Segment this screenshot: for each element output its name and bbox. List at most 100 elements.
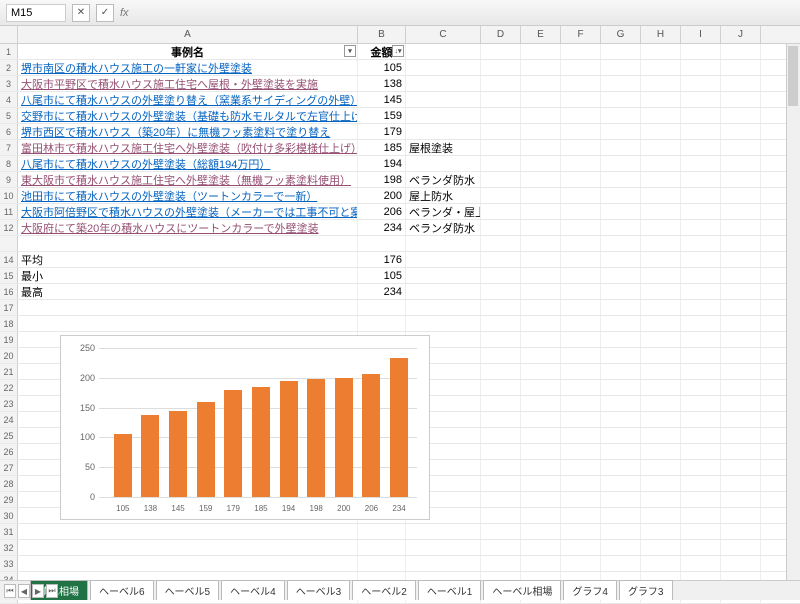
cell[interactable] (561, 300, 601, 315)
cell[interactable]: 八尾市にて積水ハウスの外壁塗り替え（窯業系サイディングの外壁） (18, 92, 358, 107)
cell[interactable] (641, 140, 681, 155)
cell[interactable] (406, 76, 481, 91)
cell[interactable] (641, 124, 681, 139)
cell[interactable] (521, 460, 561, 475)
cell[interactable] (721, 364, 761, 379)
cell[interactable] (481, 364, 521, 379)
cell[interactable] (481, 540, 521, 555)
cell[interactable] (601, 236, 641, 251)
tab-nav-prev-icon[interactable]: ◀ (18, 584, 30, 598)
cell[interactable] (561, 492, 601, 507)
cell[interactable] (641, 556, 681, 571)
cell[interactable] (406, 284, 481, 299)
cell[interactable] (721, 156, 761, 171)
cell[interactable] (521, 540, 561, 555)
cell[interactable] (721, 252, 761, 267)
cell[interactable] (601, 364, 641, 379)
cell[interactable] (481, 300, 521, 315)
filter-sort-button[interactable]: ↓▾ (392, 45, 404, 57)
cell[interactable] (561, 60, 601, 75)
cell[interactable] (601, 492, 641, 507)
cell[interactable] (721, 508, 761, 523)
cell[interactable] (681, 540, 721, 555)
cell[interactable] (358, 524, 406, 539)
cell[interactable] (561, 332, 601, 347)
cell[interactable] (641, 348, 681, 363)
cell[interactable] (521, 284, 561, 299)
cell[interactable] (481, 188, 521, 203)
cell[interactable] (481, 236, 521, 251)
cell[interactable] (721, 348, 761, 363)
column-header-D[interactable]: D (481, 26, 521, 43)
case-link[interactable]: 大阪府にて築20年の積水ハウスにツートンカラーで外壁塗装 (21, 220, 319, 235)
cell[interactable] (18, 524, 358, 539)
cell[interactable] (641, 172, 681, 187)
cell[interactable] (721, 268, 761, 283)
cell[interactable] (521, 492, 561, 507)
row-number[interactable]: 33 (0, 556, 18, 571)
cell[interactable] (641, 44, 681, 59)
cell[interactable] (601, 540, 641, 555)
cell[interactable] (481, 60, 521, 75)
cell[interactable] (561, 268, 601, 283)
cell[interactable] (681, 396, 721, 411)
cell[interactable] (601, 124, 641, 139)
row-number[interactable]: 16 (0, 284, 18, 299)
cell[interactable] (721, 220, 761, 235)
cell[interactable] (358, 316, 406, 331)
name-box[interactable]: M15 (6, 4, 66, 22)
cell[interactable] (641, 492, 681, 507)
cell[interactable] (406, 156, 481, 171)
cell[interactable] (721, 300, 761, 315)
row-number[interactable]: 32 (0, 540, 18, 555)
column-header-C[interactable]: C (406, 26, 481, 43)
case-link[interactable]: 堺市南区の積水ハウス施工の一軒家に外壁塗装 (21, 60, 252, 75)
cell[interactable] (561, 540, 601, 555)
cell[interactable] (681, 156, 721, 171)
cell[interactable] (681, 364, 721, 379)
cell[interactable] (641, 332, 681, 347)
cell[interactable] (521, 220, 561, 235)
cell[interactable] (681, 236, 721, 251)
sheet-tab[interactable]: ヘーベル4 (221, 580, 285, 600)
cell[interactable] (406, 124, 481, 139)
sheet-tab[interactable]: グラフ3 (619, 580, 673, 600)
cell[interactable] (601, 460, 641, 475)
cell[interactable] (681, 124, 721, 139)
cell[interactable] (481, 220, 521, 235)
cell[interactable]: 159 (358, 108, 406, 123)
sheet-tab[interactable]: ヘーベル3 (287, 580, 351, 600)
cell[interactable] (481, 284, 521, 299)
cell[interactable] (721, 396, 761, 411)
case-link[interactable]: 交野市にて積水ハウスの外壁塗装（基礎も防水モルタルで左官仕上げ） (21, 108, 358, 123)
cell[interactable] (481, 268, 521, 283)
cell[interactable] (641, 204, 681, 219)
cell[interactable] (681, 428, 721, 443)
cell[interactable] (561, 252, 601, 267)
cell[interactable] (406, 236, 481, 251)
cell[interactable] (18, 316, 358, 331)
sheet-tab[interactable]: ヘーベル5 (156, 580, 220, 600)
cell[interactable] (681, 332, 721, 347)
row-number[interactable]: 22 (0, 380, 18, 395)
cell[interactable]: 屋上防水 (406, 188, 481, 203)
cell[interactable]: 大阪市平野区で積水ハウス施工住宅へ屋根・外壁塗装を実施 (18, 76, 358, 91)
cell[interactable] (481, 460, 521, 475)
cell[interactable] (641, 284, 681, 299)
cell[interactable] (721, 524, 761, 539)
cell[interactable]: 八尾市にて積水ハウスの外壁塗装（総額194万円） (18, 156, 358, 171)
row-number[interactable]: 19 (0, 332, 18, 347)
cell[interactable] (721, 540, 761, 555)
cell[interactable] (641, 156, 681, 171)
cell[interactable] (358, 300, 406, 315)
cell[interactable] (521, 124, 561, 139)
cell[interactable] (721, 204, 761, 219)
cell[interactable] (481, 380, 521, 395)
cell[interactable] (681, 220, 721, 235)
cell[interactable] (406, 60, 481, 75)
cell[interactable] (681, 60, 721, 75)
cell[interactable]: 176 (358, 252, 406, 267)
row-number[interactable]: 17 (0, 300, 18, 315)
cell[interactable] (481, 556, 521, 571)
cell[interactable] (681, 524, 721, 539)
